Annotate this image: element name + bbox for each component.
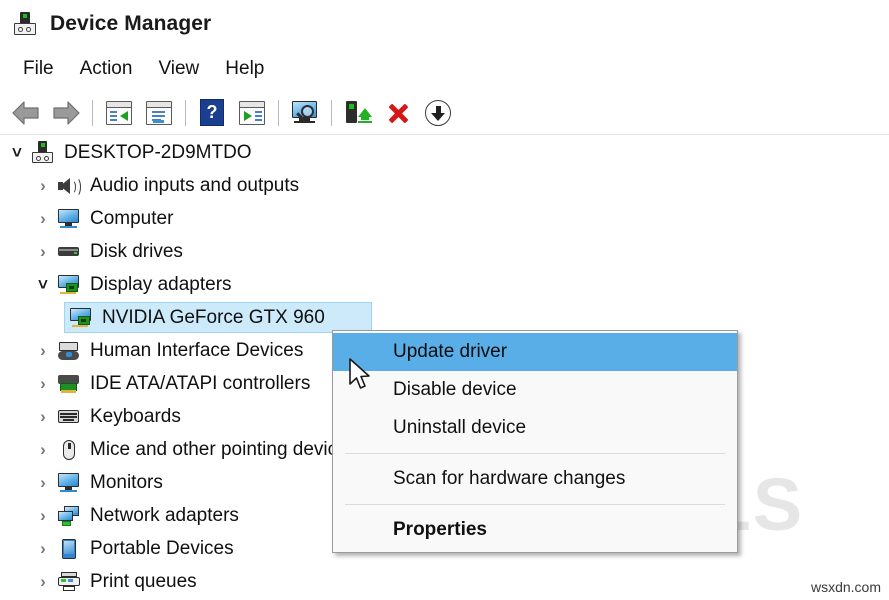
tree-node-label: Portable Devices (90, 537, 234, 559)
tree-node-label: Human Interface Devices (90, 339, 304, 361)
tree-node-label: Display adapters (90, 273, 232, 295)
chevron-right-icon[interactable]: › (32, 473, 54, 493)
tree-node-computer[interactable]: › Computer (0, 202, 889, 235)
keyboard-icon (57, 406, 81, 428)
tree-node-computer-root[interactable]: ˅ DESKTOP-2D9MTDO (0, 136, 889, 169)
chevron-right-icon[interactable]: › (32, 440, 54, 460)
mouse-icon (57, 439, 81, 461)
chevron-down-icon[interactable]: ˅ (32, 275, 54, 295)
tree-node-label: Disk drives (90, 240, 183, 262)
hid-icon (57, 340, 81, 362)
toolbar-separator-2 (185, 99, 186, 126)
ide-controller-icon (57, 373, 81, 395)
chevron-right-icon[interactable]: › (32, 209, 54, 229)
uninstall-device-icon (343, 100, 373, 126)
menu-item-help[interactable]: Help (212, 56, 277, 82)
chevron-right-icon[interactable]: › (32, 539, 54, 559)
tree-node-label: Print queues (90, 570, 197, 592)
context-menu-item-disable-device[interactable]: Disable device (333, 371, 737, 409)
tree-node-print-queues[interactable]: › Print queues (0, 565, 889, 598)
speaker-icon (57, 175, 81, 197)
update-driver-icon (239, 100, 265, 125)
help-button[interactable]: ? (193, 96, 231, 130)
tree-node-label: Network adapters (90, 504, 239, 526)
properties-icon (146, 100, 172, 125)
window-title: Device Manager (50, 12, 212, 35)
scan-for-hardware-changes-icon (290, 100, 320, 126)
tree-node-label: NVIDIA GeForce GTX 960 (102, 306, 325, 328)
portable-device-icon (57, 538, 81, 560)
chevron-down-icon[interactable]: ˅ (6, 143, 28, 163)
context-menu-item-update-driver[interactable]: Update driver (333, 333, 737, 371)
tree-node-label: Audio inputs and outputs (90, 174, 300, 196)
disk-drive-icon (57, 241, 81, 263)
context-menu-item-properties[interactable]: Properties (333, 511, 737, 549)
scan-for-hardware-changes-button[interactable] (286, 96, 324, 130)
context-menu-item-uninstall-device[interactable]: Uninstall device (333, 409, 737, 447)
chevron-right-icon[interactable]: › (32, 407, 54, 427)
help-icon: ? (200, 99, 224, 126)
back-button[interactable] (7, 96, 45, 130)
show-hide-console-tree-button[interactable] (100, 96, 138, 130)
update-driver-button[interactable] (233, 96, 271, 130)
tree-node-label: Computer (90, 207, 174, 229)
device-manager-icon (12, 11, 38, 37)
chevron-right-icon[interactable]: › (32, 341, 54, 361)
tree-node-audio-inputs-and-outputs[interactable]: › Audio inputs and outputs (0, 169, 889, 202)
monitor-icon (57, 208, 81, 230)
toolbar-separator-1 (92, 99, 93, 126)
tree-node-label: Mice and other pointing devices (90, 438, 358, 460)
device-manager-window: Device Manager File Action View Help ? ˅… (0, 0, 889, 600)
menu-item-file[interactable]: File (10, 56, 67, 82)
title-bar: Device Manager (0, 0, 889, 48)
context-menu-separator-2 (345, 504, 725, 505)
menu-bar: File Action View Help (0, 48, 889, 90)
enable-device-icon (425, 99, 451, 126)
printer-icon (57, 571, 81, 593)
disable-device-icon (385, 100, 411, 126)
display-adapter-icon (57, 274, 81, 296)
tree-node-label: DESKTOP-2D9MTDO (64, 141, 252, 163)
menu-item-action[interactable]: Action (67, 56, 146, 82)
site-watermark: wsxdn.com (810, 579, 881, 595)
chevron-right-icon[interactable]: › (32, 506, 54, 526)
tree-node-label: Monitors (90, 471, 163, 493)
properties-button[interactable] (140, 96, 178, 130)
display-adapter-icon (69, 307, 93, 329)
back-icon (12, 100, 39, 125)
monitor-icon (57, 472, 81, 494)
tree-node-label: Keyboards (90, 405, 181, 427)
context-menu[interactable]: Update driver Disable device Uninstall d… (332, 330, 738, 553)
enable-device-button[interactable] (419, 96, 457, 130)
forward-button[interactable] (47, 96, 85, 130)
chevron-right-icon[interactable]: › (32, 374, 54, 394)
disable-device-button[interactable] (379, 96, 417, 130)
computer-icon (28, 140, 58, 165)
chevron-right-icon[interactable]: › (32, 572, 54, 592)
tree-node-display-adapters[interactable]: ˅ Display adapters (0, 268, 889, 301)
menu-item-view[interactable]: View (145, 56, 212, 82)
toolbar-separator-4 (331, 99, 332, 126)
toolbar: ? (0, 91, 889, 135)
chevron-right-icon[interactable]: › (32, 176, 54, 196)
uninstall-device-button[interactable] (339, 96, 377, 130)
show-hide-console-tree-icon (106, 100, 132, 125)
toolbar-separator-3 (278, 99, 279, 126)
chevron-right-icon[interactable]: › (32, 242, 54, 262)
network-adapter-icon (57, 505, 81, 527)
tree-node-disk-drives[interactable]: › Disk drives (0, 235, 889, 268)
forward-icon (53, 100, 80, 125)
context-menu-separator-1 (345, 453, 725, 454)
tree-node-label: IDE ATA/ATAPI controllers (90, 372, 311, 394)
context-menu-item-scan-for-hardware-changes[interactable]: Scan for hardware changes (333, 460, 737, 498)
